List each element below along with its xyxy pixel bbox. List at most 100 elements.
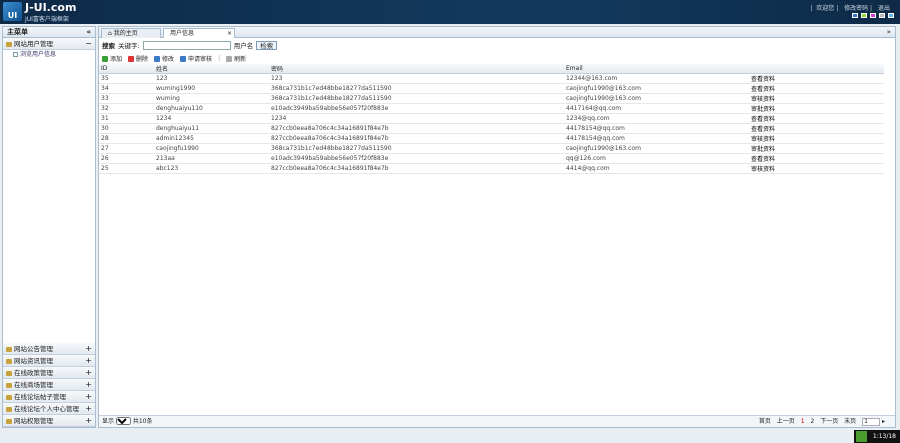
table-row[interactable]: 34 wuming1990 368ca731b1c7ed48bbe18277da51… [99, 83, 884, 94]
page-size-select[interactable]: 10 [115, 417, 131, 425]
group-label: 在线论坛个人中心管理 [14, 405, 79, 413]
cell-id: 30 [99, 123, 154, 134]
page-link-2[interactable]: 2 [810, 418, 814, 425]
cell-password: e10adc3949ba59abbe56e057f20f883e [269, 103, 564, 114]
cell-id: 34 [99, 83, 154, 94]
collapse-sidebar-button[interactable]: « [86, 27, 91, 38]
cell-name: 123 [154, 73, 269, 84]
action-link[interactable]: 查看资料 [749, 123, 884, 134]
expand-icon[interactable]: + [85, 343, 92, 355]
field-label: 用户名 [233, 42, 254, 50]
cell-email: caojingfu1990@163.com [564, 93, 749, 104]
next-page-link[interactable]: 下一页 [820, 418, 838, 425]
group-label: 在线政策管理 [14, 369, 53, 377]
sidebar-title: 主菜单 [7, 28, 28, 36]
theme-green[interactable] [861, 13, 867, 18]
add-icon [102, 56, 108, 62]
apply-review-button[interactable]: 申请审核 [180, 54, 212, 63]
action-link[interactable]: 审核资料 [749, 93, 884, 104]
sidebar-group[interactable]: 在线论坛帖子管理 + [3, 391, 95, 403]
change-password-link[interactable]: 修改密码 [844, 5, 868, 12]
page-link-1[interactable]: 1 [801, 418, 805, 425]
theme-blue[interactable] [852, 13, 858, 18]
table-row[interactable]: 25 abc123 827ccb0eea8a706c4c34a16891f84e7b… [99, 163, 884, 174]
cell-password: 1234 [269, 113, 564, 124]
expand-icon[interactable]: + [85, 379, 92, 391]
tab-label: 我的主页 [113, 30, 138, 37]
expand-icon[interactable]: + [85, 391, 92, 403]
folder-icon [6, 370, 12, 376]
cell-id: 28 [99, 133, 154, 144]
refresh-button[interactable]: 刷新 [226, 54, 246, 63]
sidebar-group[interactable]: 网站资讯管理 + [3, 355, 95, 367]
theme-purple[interactable] [870, 13, 876, 18]
col-email[interactable]: Email [564, 64, 749, 74]
search-bar: 搜索 关键字: 用户名 检索 [99, 38, 895, 52]
cell-id: 27 [99, 143, 154, 154]
action-link[interactable]: 审批资料 [749, 143, 884, 154]
table-row[interactable]: 27 caojingfu1990 368ca731b1c7ed48bbe18277d… [99, 143, 884, 154]
cell-name: 213aa [154, 153, 269, 164]
expand-icon[interactable]: + [85, 367, 92, 379]
tab-user-info[interactable]: 用户信息 × [163, 28, 235, 38]
collapse-icon[interactable]: − [85, 38, 92, 50]
action-link[interactable]: 审核资料 [749, 163, 884, 174]
col-name[interactable]: 姓名 [154, 64, 269, 74]
welcome-link[interactable]: 欢迎您 [816, 5, 834, 12]
first-page-link[interactable]: 首页 [759, 418, 771, 425]
user-table: ID 姓名 密码 Email 35 123 123 12344@163.com 查看资料… [99, 64, 884, 174]
sidebar-group[interactable]: 在线政策管理 + [3, 367, 95, 379]
expand-tabs-icon[interactable]: » [887, 28, 891, 36]
table-row[interactable]: 31 1234 1234 1234@qq.com 查看资料 [99, 113, 884, 124]
cell-email: 44178154@qq.com [564, 123, 749, 134]
search-button[interactable]: 检索 [256, 40, 278, 50]
cell-password: 827ccb0eea8a706c4c34a16891f84e7b [269, 133, 564, 144]
cell-name: 1234 [154, 113, 269, 124]
sidebar-item-browse-users[interactable]: 浏览用户信息 [3, 50, 95, 60]
action-link[interactable]: 查看资料 [749, 73, 884, 84]
cell-password: e10adc3949ba59abbe56e057f20f883e [269, 153, 564, 164]
tab-home[interactable]: ⌂ 我的主页 [101, 28, 161, 38]
cell-email: 1234@qq.com [564, 113, 749, 124]
page-jump-input[interactable]: 1 [862, 418, 881, 426]
main-panel: ⌂ 我的主页 用户信息 × » 搜索 关键字: 用户名 检索 添加 删除 修改 申… [98, 26, 896, 428]
table-row[interactable]: 26 213aa e10adc3949ba59abbe56e057f20f883e q… [99, 153, 884, 164]
cell-email: 4417164@qq.com [564, 103, 749, 114]
group-label: 在线论坛帖子管理 [14, 393, 66, 401]
table-row[interactable]: 30 denghuaiyu11 827ccb0eea8a706c4c34a16891… [99, 123, 884, 134]
sidebar-group[interactable]: 在线论坛个人中心管理 + [3, 403, 95, 415]
theme-azure[interactable] [888, 13, 894, 18]
table-row[interactable]: 33 wuming 368ca731b1c7ed48bbe18277da511590… [99, 93, 884, 104]
delete-button[interactable]: 删除 [128, 54, 148, 63]
prev-page-link[interactable]: 上一页 [777, 418, 795, 425]
table-row[interactable]: 35 123 123 12344@163.com 查看资料 [99, 73, 884, 84]
action-link[interactable]: 审核资料 [749, 133, 884, 144]
expand-icon[interactable]: + [85, 355, 92, 367]
folder-icon [6, 346, 12, 352]
sidebar-group-user-management[interactable]: 网站用户管理 − [3, 38, 95, 50]
action-link[interactable]: 查看资料 [749, 83, 884, 94]
label: 刷新 [234, 55, 247, 63]
keyword-input[interactable] [142, 40, 231, 50]
logout-link[interactable]: 退出 [878, 5, 890, 12]
edit-button[interactable]: 修改 [154, 54, 174, 63]
col-password[interactable]: 密码 [269, 64, 564, 74]
sidebar-group[interactable]: 网站权限管理 + [3, 415, 95, 427]
group-label: 网站权限管理 [14, 417, 53, 425]
expand-icon[interactable]: + [85, 415, 92, 427]
review-icon [180, 56, 187, 62]
add-button[interactable]: 添加 [102, 54, 122, 63]
action-link[interactable]: 查看资料 [749, 113, 884, 124]
action-link[interactable]: 查看资料 [749, 153, 884, 164]
sidebar-group[interactable]: 网站公告管理 + [3, 343, 95, 355]
action-link[interactable]: 审批资料 [749, 103, 884, 114]
table-row[interactable]: 32 denghuaiyu110 e10adc3949ba59abbe56e057f… [99, 103, 884, 114]
last-page-link[interactable]: 末页 [844, 418, 856, 425]
group-label: 网站用户管理 [14, 40, 53, 48]
table-row[interactable]: 28 admin12345 827ccb0eea8a706c4c34a16891f8… [99, 133, 884, 144]
theme-silver[interactable] [879, 13, 885, 18]
sidebar-group[interactable]: 在线商场管理 + [3, 379, 95, 391]
close-tab-icon[interactable]: × [227, 29, 232, 38]
col-id[interactable]: ID [99, 64, 154, 74]
expand-icon[interactable]: + [85, 403, 92, 415]
